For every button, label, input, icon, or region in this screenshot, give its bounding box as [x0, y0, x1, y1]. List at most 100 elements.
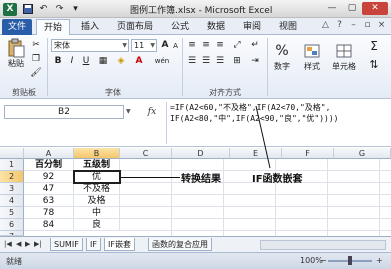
zoom-in-icon[interactable]: + [376, 256, 383, 265]
align-middle-icon[interactable]: ≡ [200, 39, 212, 51]
align-top-icon[interactable]: ≡ [186, 39, 198, 51]
column-header-f[interactable]: F [282, 148, 334, 159]
cell-b3[interactable]: 不及格 [74, 183, 120, 195]
group-separator [47, 38, 48, 96]
horizontal-scrollbar[interactable] [260, 240, 386, 250]
doc-close-icon[interactable]: × [376, 20, 387, 30]
maximize-icon[interactable]: ▢ [342, 2, 362, 15]
italic-button[interactable]: I [66, 55, 78, 67]
grow-font-button[interactable]: A [160, 39, 170, 51]
styles-button[interactable]: 样式 [302, 41, 322, 72]
column-header-e[interactable]: E [230, 148, 282, 159]
cell-a5[interactable]: 78 [24, 207, 74, 219]
cut-icon[interactable]: ✂ [30, 39, 42, 51]
result-callout-line [120, 177, 180, 178]
sheet-tab-if-nested[interactable]: IF嵌套 [104, 238, 135, 251]
sheet-tab-compound[interactable]: 函数的复合应用 [148, 238, 212, 251]
next-sheet-icon[interactable]: ▶ [25, 240, 30, 248]
paste-button[interactable]: 粘贴 [6, 38, 26, 69]
fill-color-icon[interactable]: ◈ [114, 55, 128, 67]
cells-label: 单元格 [332, 62, 356, 71]
redo-icon[interactable]: ↷ [53, 3, 66, 15]
column-header-b[interactable]: B [74, 148, 120, 159]
underline-button[interactable]: U [80, 55, 92, 67]
worksheet-grid: A B C D E F G 1 2 3 4 5 6 7 百分制 五级制 92 优… [0, 105, 391, 236]
tab-data[interactable]: 数据 [200, 19, 232, 35]
row-header-5[interactable]: 5 [0, 207, 24, 219]
insert-function-button[interactable]: fx [140, 105, 164, 119]
borders-icon[interactable]: ▦ [96, 55, 110, 67]
indent-icon[interactable]: ⇥ [248, 55, 262, 67]
tab-home[interactable]: 开始 [36, 19, 70, 35]
cell-b4[interactable]: 及格 [74, 195, 120, 207]
cell-a6[interactable]: 84 [24, 219, 74, 231]
align-left-icon[interactable]: ☰ [186, 55, 198, 67]
cell-a3[interactable]: 47 [24, 183, 74, 195]
cell-b5[interactable]: 中 [74, 207, 120, 219]
save-icon[interactable] [21, 3, 34, 15]
tab-insert[interactable]: 插入 [74, 19, 106, 35]
undo-icon[interactable]: ↶ [37, 3, 50, 15]
minimize-icon[interactable]: — [322, 2, 342, 15]
close-icon[interactable]: ✕ [362, 2, 388, 15]
align-bottom-icon[interactable]: ≡ [214, 39, 226, 51]
customize-icon[interactable]: ▾ [69, 3, 82, 15]
cell-b2[interactable]: 优 [73, 170, 121, 184]
merge-cells-icon[interactable]: ⊞ [230, 55, 244, 67]
align-center-icon[interactable]: ☰ [200, 55, 212, 67]
formula-input[interactable]: =IF(A2<60,"不及格",IF(A2<70,"及格", IF(A2<80,… [166, 102, 388, 144]
number-format-button[interactable]: % 数字 [272, 41, 292, 72]
help-icon[interactable]: ? [334, 20, 345, 30]
name-box-dropdown-icon[interactable]: ▼ [126, 108, 131, 115]
shrink-font-button[interactable]: A [171, 40, 180, 51]
first-sheet-icon[interactable]: |◀ [4, 240, 12, 248]
align-right-icon[interactable]: ☰ [214, 55, 226, 67]
column-header-c[interactable]: C [120, 148, 172, 159]
column-header-d[interactable]: D [172, 148, 230, 159]
zoom-slider-thumb[interactable] [348, 256, 352, 265]
formula-bar: B2 ▼ fx =IF(A2<60,"不及格",IF(A2<70,"及格", I… [0, 100, 391, 147]
font-size-combo[interactable]: 11 ▼ [131, 39, 157, 52]
cells-button[interactable]: 单元格 [332, 41, 356, 72]
paste-icon [6, 38, 26, 58]
name-box[interactable]: B2 [4, 105, 124, 119]
orientation-icon[interactable]: ⤢ [230, 39, 244, 51]
row-header-4[interactable]: 4 [0, 195, 24, 207]
format-painter-icon[interactable]: 🖌 [30, 67, 42, 79]
zoom-out-icon[interactable]: − [320, 256, 327, 265]
autosum-button[interactable]: Σ [366, 39, 382, 53]
annotation-result: 转换结果 [181, 174, 221, 185]
doc-restore-icon[interactable]: ▫ [362, 20, 373, 30]
row-header-1[interactable]: 1 [0, 159, 24, 171]
wrap-text-icon[interactable]: ↵ [248, 39, 262, 51]
tab-file[interactable]: 文件 [2, 19, 32, 35]
cell-b6[interactable]: 良 [74, 219, 120, 231]
last-sheet-icon[interactable]: ▶| [34, 240, 42, 248]
cell-b1[interactable]: 五级制 [74, 159, 120, 171]
font-color-icon[interactable]: A [132, 55, 146, 67]
column-header-g[interactable]: G [334, 148, 391, 159]
prev-sheet-icon[interactable]: ◀ [16, 240, 21, 248]
collapse-ribbon-icon[interactable]: △ [320, 20, 331, 30]
font-name-combo[interactable]: 宋体 ▼ [51, 39, 129, 52]
row-header-2[interactable]: 2 [0, 171, 24, 183]
tab-review[interactable]: 审阅 [236, 19, 268, 35]
bold-button[interactable]: B [52, 55, 64, 67]
doc-minimize-icon[interactable]: – [348, 20, 359, 30]
phonetic-button[interactable]: wén [150, 55, 174, 67]
select-all-corner[interactable] [0, 148, 24, 159]
cell-a2[interactable]: 92 [24, 171, 74, 183]
sheet-tab-if[interactable]: IF [86, 238, 101, 251]
row-header-6[interactable]: 6 [0, 219, 24, 231]
cell-a4[interactable]: 63 [24, 195, 74, 207]
status-bar: 就绪 100% + − [0, 252, 391, 269]
sort-filter-button[interactable]: ⇅ [366, 57, 382, 71]
row-header-3[interactable]: 3 [0, 183, 24, 195]
sheet-tab-sumif[interactable]: SUMIF [50, 238, 83, 251]
cell-a1[interactable]: 百分制 [24, 159, 74, 171]
tab-page-layout[interactable]: 页面布局 [110, 19, 160, 35]
copy-icon[interactable]: ❐ [30, 53, 42, 65]
tab-view[interactable]: 视图 [272, 19, 304, 35]
column-header-a[interactable]: A [24, 148, 74, 159]
tab-formulas[interactable]: 公式 [164, 19, 196, 35]
